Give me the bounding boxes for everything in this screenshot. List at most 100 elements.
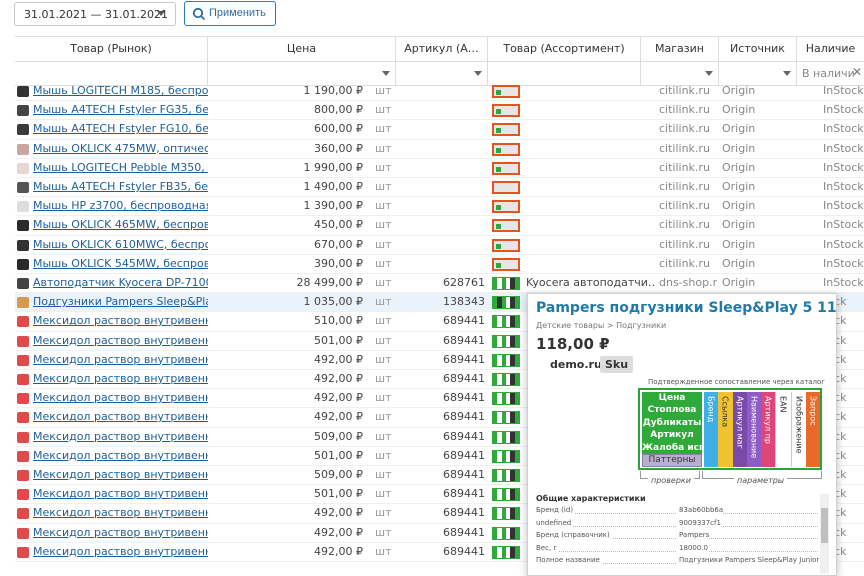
cell-match-flag — [490, 332, 524, 351]
close-icon[interactable]: ✕ — [852, 65, 862, 79]
match-status-icon[interactable] — [492, 123, 520, 137]
cell-match-flag — [490, 370, 524, 389]
match-status-icon[interactable] — [492, 161, 520, 175]
match-status-icon[interactable] — [492, 430, 520, 444]
table-row[interactable]: Автоподатчик Kyocera DP-7100 [Co 28 499,0… — [15, 274, 864, 294]
match-status-icon[interactable] — [492, 181, 520, 194]
match-status-icon[interactable] — [492, 545, 520, 559]
table-row[interactable]: Мышь OKLICK 475MW, оптическая,360,00 ₽шт… — [15, 140, 864, 159]
product-link[interactable]: Мышь OKLICK 475MW, оптическая, — [33, 140, 208, 158]
col-header-source[interactable]: Источник — [719, 37, 797, 62]
scrollbar-thumb[interactable] — [821, 508, 828, 543]
checks-block: Цена Стоплова Дубликаты Артикул Жалоба исп. — [642, 392, 709, 454]
match-status-icon[interactable] — [492, 334, 520, 348]
chevron-down-icon[interactable] — [382, 71, 390, 76]
table-row[interactable]: Мышь OKLICK 465MW, беспроводн450,00 ₽штc… — [15, 216, 864, 236]
cell-product: Мышь A4TECH Fstyler FB35, беспро — [15, 178, 208, 197]
chevron-down-icon[interactable] — [783, 71, 791, 76]
product-link[interactable]: Автоподатчик Kyocera DP-7100 [Co — [33, 274, 208, 292]
cell-match-flag — [490, 140, 524, 159]
match-status-icon[interactable] — [492, 200, 520, 214]
product-link[interactable]: Мексидол раствор внутривенно и в — [33, 370, 208, 388]
product-link[interactable]: Мексидол раствор внутривенно и в — [33, 351, 208, 369]
product-link[interactable]: Мышь A4TECH Fstyler FG35, беспро — [33, 101, 208, 119]
cell-product: Мексидол раствор внутривенно и в — [15, 485, 208, 504]
table-row[interactable]: Мышь OKLICK 610MWC, беспровод670,00 ₽штc… — [15, 236, 864, 255]
cell-match-flag — [490, 236, 524, 255]
match-status-icon[interactable] — [492, 238, 520, 252]
product-thumbnail — [17, 201, 29, 213]
product-link[interactable]: Мексидол раствор внутривенно и в — [33, 466, 208, 484]
cell-price: 670,00 ₽ — [314, 237, 363, 251]
product-link[interactable]: Мышь HP z3700, беспроводная, US — [33, 197, 208, 215]
product-link[interactable]: Мышь LOGITECH M185, беспроводн — [33, 82, 208, 100]
product-link[interactable]: Мышь OKLICK 465MW, беспроводн — [33, 216, 208, 234]
product-link[interactable]: Мексидол раствор внутривенно и в — [33, 408, 208, 426]
table-row[interactable]: Мышь A4TECH Fstyler FG10, беспро 600,00 ₽… — [15, 120, 864, 140]
popup-scrollbar[interactable] — [820, 494, 829, 574]
product-link[interactable]: Мексидол раствор внутривенно и в — [33, 332, 208, 350]
product-link[interactable]: Подгузники Pampers Sleep&Play Jun — [33, 293, 208, 311]
cell-match-flag — [490, 312, 524, 331]
product-link[interactable]: Мышь OKLICK 610MWC, беспровод — [33, 236, 208, 254]
cell-price: 492,00 ₽ — [314, 372, 363, 385]
match-status-icon[interactable] — [492, 411, 520, 425]
col-header-price[interactable]: Цена — [208, 37, 396, 62]
table-row[interactable]: Мышь HP z3700, беспроводная, US 1 390,00 … — [15, 197, 864, 217]
search-icon — [192, 7, 206, 21]
match-status-icon[interactable] — [492, 85, 520, 98]
param-label: Ссылка — [720, 396, 730, 428]
table-row[interactable]: Мышь A4TECH Fstyler FG35, беспро 800,00 ₽… — [15, 101, 864, 121]
match-status-icon[interactable] — [492, 142, 520, 156]
product-link[interactable]: Мышь A4TECH Fstyler FB35, беспро — [33, 178, 208, 196]
chevron-down-icon[interactable] — [705, 71, 713, 76]
product-link[interactable]: Мексидол раствор внутривенно и в — [33, 428, 208, 446]
product-link[interactable]: Мексидол раствор внутривенно и в — [33, 543, 208, 561]
match-status-icon[interactable] — [492, 353, 520, 367]
match-status-icon[interactable] — [492, 104, 520, 118]
product-thumbnail — [17, 105, 29, 117]
product-link[interactable]: Мышь A4TECH Fstyler FG10, беспро — [33, 120, 208, 138]
match-status-icon[interactable] — [492, 315, 520, 329]
param-item: Запрос — [805, 392, 820, 467]
chevron-down-icon[interactable] — [474, 71, 482, 76]
match-status-icon[interactable] — [492, 392, 520, 406]
product-link[interactable]: Мексидол раствор внутривенно и в — [33, 504, 208, 522]
col-header-article[interactable]: Артикул (А… — [396, 37, 488, 62]
col-header-stock[interactable]: Наличие — [797, 37, 864, 62]
table-row[interactable]: Мышь OKLICK 545MW, беспроводн390,00 ₽штc… — [15, 255, 864, 274]
table-row[interactable]: Мышь LOGITECH Pebble M350, бесп 1 990,00 … — [15, 159, 864, 178]
product-link[interactable]: Мексидол раствор внутривенно и в — [33, 524, 208, 542]
cell-article: 689441 — [443, 468, 485, 481]
table-row[interactable]: Мышь A4TECH Fstyler FB35, беспро 1 490,00… — [15, 178, 864, 198]
match-status-icon[interactable] — [492, 257, 520, 271]
popup-title[interactable]: Pampers подгузники Sleep&Play 5 11шт — [536, 300, 836, 316]
match-status-icon[interactable] — [492, 277, 520, 290]
product-link[interactable]: Мексидол раствор внутривенно и в — [33, 312, 208, 330]
product-link[interactable]: Мексидол раствор внутривенно и в — [33, 447, 208, 465]
param-item: Наименование — [746, 392, 761, 467]
col-header-product[interactable]: Товар (Рынок) — [15, 37, 208, 62]
product-link[interactable]: Мышь OKLICK 545MW, беспроводн — [33, 255, 208, 273]
product-link[interactable]: Мексидол раствор внутривенно и в — [33, 485, 208, 503]
match-status-icon[interactable] — [492, 507, 520, 521]
product-thumbnail — [17, 374, 29, 385]
table-row[interactable]: Мышь LOGITECH M185, беспроводн 1 190,00 ₽… — [15, 82, 864, 102]
apply-button[interactable]: Применить — [184, 1, 276, 26]
col-header-shop[interactable]: Магазин — [641, 37, 719, 62]
product-thumbnail — [17, 143, 29, 155]
product-link[interactable]: Мышь LOGITECH Pebble M350, бесп — [33, 159, 208, 177]
match-status-icon[interactable] — [492, 526, 520, 540]
col-header-assortment[interactable]: Товар (Ассортимент) — [488, 37, 641, 62]
match-status-icon[interactable] — [492, 219, 520, 233]
date-range-picker[interactable]: 31.01.2021 — 31.01.2021 — [14, 2, 176, 26]
product-link[interactable]: Мексидол раствор внутривенно и в — [33, 389, 208, 407]
match-status-icon[interactable] — [492, 296, 520, 310]
match-status-icon[interactable] — [492, 373, 520, 386]
match-status-icon[interactable] — [492, 449, 520, 463]
match-status-icon[interactable] — [492, 488, 520, 502]
cell-stock: InStock — [823, 122, 864, 136]
match-status-icon[interactable] — [492, 469, 520, 482]
cell-article — [397, 101, 487, 120]
cell-price: 1 490,00 ₽ — [303, 180, 363, 193]
